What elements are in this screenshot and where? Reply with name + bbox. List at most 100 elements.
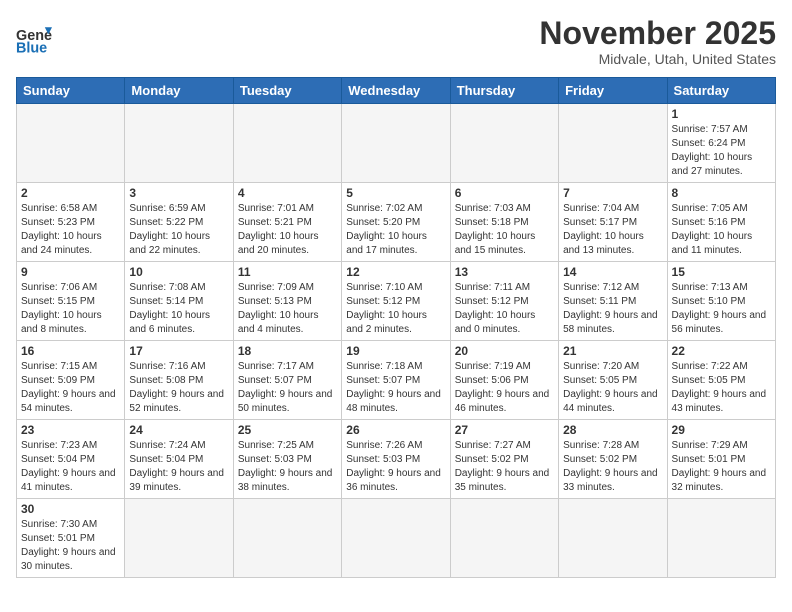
day-number: 15 [672, 265, 771, 279]
weekday-header-row: SundayMondayTuesdayWednesdayThursdayFrid… [17, 78, 776, 104]
day-info: Sunrise: 7:05 AM Sunset: 5:16 PM Dayligh… [672, 202, 771, 258]
day-number: 17 [129, 344, 228, 358]
weekday-header-friday: Friday [559, 78, 667, 104]
calendar-cell: 10 Sunrise: 7:08 AM Sunset: 5:14 PM Dayli… [125, 262, 233, 341]
calendar-cell: 27 Sunrise: 7:27 AM Sunset: 5:02 PM Dayli… [450, 420, 558, 499]
day-info: Sunrise: 7:18 AM Sunset: 5:07 PM Dayligh… [346, 360, 445, 416]
weekday-header-thursday: Thursday [450, 78, 558, 104]
page-header: General Blue November 2025 Midvale, Utah… [16, 16, 776, 67]
calendar-cell [342, 499, 450, 578]
day-info: Sunrise: 7:09 AM Sunset: 5:13 PM Dayligh… [238, 281, 337, 337]
calendar-cell [125, 104, 233, 183]
day-number: 10 [129, 265, 228, 279]
svg-text:Blue: Blue [16, 40, 47, 56]
calendar-cell: 2 Sunrise: 6:58 AM Sunset: 5:23 PM Daylig… [17, 183, 125, 262]
day-number: 16 [21, 344, 120, 358]
day-number: 12 [346, 265, 445, 279]
day-info: Sunrise: 7:20 AM Sunset: 5:05 PM Dayligh… [563, 360, 662, 416]
calendar-cell: 19 Sunrise: 7:18 AM Sunset: 5:07 PM Dayli… [342, 341, 450, 420]
day-number: 20 [455, 344, 554, 358]
calendar-cell: 3 Sunrise: 6:59 AM Sunset: 5:22 PM Daylig… [125, 183, 233, 262]
calendar-cell [17, 104, 125, 183]
weekday-header-wednesday: Wednesday [342, 78, 450, 104]
day-info: Sunrise: 7:08 AM Sunset: 5:14 PM Dayligh… [129, 281, 228, 337]
logo-icon: General Blue [16, 20, 52, 56]
day-info: Sunrise: 7:12 AM Sunset: 5:11 PM Dayligh… [563, 281, 662, 337]
calendar-cell [667, 499, 775, 578]
day-info: Sunrise: 7:17 AM Sunset: 5:07 PM Dayligh… [238, 360, 337, 416]
day-number: 18 [238, 344, 337, 358]
day-info: Sunrise: 7:29 AM Sunset: 5:01 PM Dayligh… [672, 439, 771, 495]
calendar-cell: 22Sunrise: 7:22 AM Sunset: 5:05 PM Dayli… [667, 341, 775, 420]
calendar-cell: 11Sunrise: 7:09 AM Sunset: 5:13 PM Dayli… [233, 262, 341, 341]
day-number: 13 [455, 265, 554, 279]
day-number: 23 [21, 423, 120, 437]
calendar-cell: 4 Sunrise: 7:01 AM Sunset: 5:21 PM Daylig… [233, 183, 341, 262]
day-number: 3 [129, 186, 228, 200]
day-number: 2 [21, 186, 120, 200]
calendar-cell [233, 499, 341, 578]
day-info: Sunrise: 7:04 AM Sunset: 5:17 PM Dayligh… [563, 202, 662, 258]
day-number: 14 [563, 265, 662, 279]
calendar-cell: 17 Sunrise: 7:16 AM Sunset: 5:08 PM Dayli… [125, 341, 233, 420]
logo: General Blue [16, 16, 52, 56]
week-row-3: 9 Sunrise: 7:06 AM Sunset: 5:15 PM Daylig… [17, 262, 776, 341]
day-info: Sunrise: 6:58 AM Sunset: 5:23 PM Dayligh… [21, 202, 120, 258]
day-number: 7 [563, 186, 662, 200]
weekday-header-tuesday: Tuesday [233, 78, 341, 104]
calendar-cell: 15 Sunrise: 7:13 AM Sunset: 5:10 PM Dayli… [667, 262, 775, 341]
calendar-cell: 26Sunrise: 7:26 AM Sunset: 5:03 PM Dayli… [342, 420, 450, 499]
calendar-cell: 1Sunrise: 7:57 AM Sunset: 6:24 PM Daylig… [667, 104, 775, 183]
day-number: 26 [346, 423, 445, 437]
day-number: 29 [672, 423, 771, 437]
day-number: 25 [238, 423, 337, 437]
day-info: Sunrise: 7:30 AM Sunset: 5:01 PM Dayligh… [21, 518, 120, 574]
week-row-5: 23Sunrise: 7:23 AM Sunset: 5:04 PM Dayli… [17, 420, 776, 499]
calendar-cell: 8Sunrise: 7:05 AM Sunset: 5:16 PM Daylig… [667, 183, 775, 262]
day-number: 30 [21, 502, 120, 516]
day-info: Sunrise: 7:06 AM Sunset: 5:15 PM Dayligh… [21, 281, 120, 337]
calendar-cell: 23Sunrise: 7:23 AM Sunset: 5:04 PM Dayli… [17, 420, 125, 499]
day-info: Sunrise: 7:16 AM Sunset: 5:08 PM Dayligh… [129, 360, 228, 416]
calendar-cell: 25 Sunrise: 7:25 AM Sunset: 5:03 PM Dayli… [233, 420, 341, 499]
day-number: 9 [21, 265, 120, 279]
day-number: 27 [455, 423, 554, 437]
day-number: 19 [346, 344, 445, 358]
calendar-cell: 5Sunrise: 7:02 AM Sunset: 5:20 PM Daylig… [342, 183, 450, 262]
weekday-header-saturday: Saturday [667, 78, 775, 104]
day-info: Sunrise: 7:27 AM Sunset: 5:02 PM Dayligh… [455, 439, 554, 495]
day-info: Sunrise: 7:13 AM Sunset: 5:10 PM Dayligh… [672, 281, 771, 337]
calendar-cell: 21 Sunrise: 7:20 AM Sunset: 5:05 PM Dayli… [559, 341, 667, 420]
day-number: 21 [563, 344, 662, 358]
calendar-cell [559, 104, 667, 183]
weekday-header-sunday: Sunday [17, 78, 125, 104]
day-info: Sunrise: 7:24 AM Sunset: 5:04 PM Dayligh… [129, 439, 228, 495]
week-row-6: 30 Sunrise: 7:30 AM Sunset: 5:01 PM Dayli… [17, 499, 776, 578]
week-row-4: 16Sunrise: 7:15 AM Sunset: 5:09 PM Dayli… [17, 341, 776, 420]
day-info: Sunrise: 7:01 AM Sunset: 5:21 PM Dayligh… [238, 202, 337, 258]
calendar-cell: 28Sunrise: 7:28 AM Sunset: 5:02 PM Dayli… [559, 420, 667, 499]
day-number: 6 [455, 186, 554, 200]
day-info: Sunrise: 7:25 AM Sunset: 5:03 PM Dayligh… [238, 439, 337, 495]
day-info: Sunrise: 6:59 AM Sunset: 5:22 PM Dayligh… [129, 202, 228, 258]
calendar-cell [125, 499, 233, 578]
calendar-cell: 7 Sunrise: 7:04 AM Sunset: 5:17 PM Daylig… [559, 183, 667, 262]
day-number: 28 [563, 423, 662, 437]
weekday-header-monday: Monday [125, 78, 233, 104]
day-number: 4 [238, 186, 337, 200]
calendar-cell [233, 104, 341, 183]
day-info: Sunrise: 7:10 AM Sunset: 5:12 PM Dayligh… [346, 281, 445, 337]
day-number: 5 [346, 186, 445, 200]
day-number: 1 [672, 107, 771, 121]
calendar-table: SundayMondayTuesdayWednesdayThursdayFrid… [16, 77, 776, 578]
calendar-cell [559, 499, 667, 578]
calendar-cell [450, 499, 558, 578]
calendar-cell: 16Sunrise: 7:15 AM Sunset: 5:09 PM Dayli… [17, 341, 125, 420]
calendar-cell: 20 Sunrise: 7:19 AM Sunset: 5:06 PM Dayli… [450, 341, 558, 420]
calendar-cell [450, 104, 558, 183]
calendar-cell: 12 Sunrise: 7:10 AM Sunset: 5:12 PM Dayli… [342, 262, 450, 341]
day-info: Sunrise: 7:22 AM Sunset: 5:05 PM Dayligh… [672, 360, 771, 416]
day-info: Sunrise: 7:19 AM Sunset: 5:06 PM Dayligh… [455, 360, 554, 416]
week-row-1: 1Sunrise: 7:57 AM Sunset: 6:24 PM Daylig… [17, 104, 776, 183]
calendar-cell: 29 Sunrise: 7:29 AM Sunset: 5:01 PM Dayli… [667, 420, 775, 499]
